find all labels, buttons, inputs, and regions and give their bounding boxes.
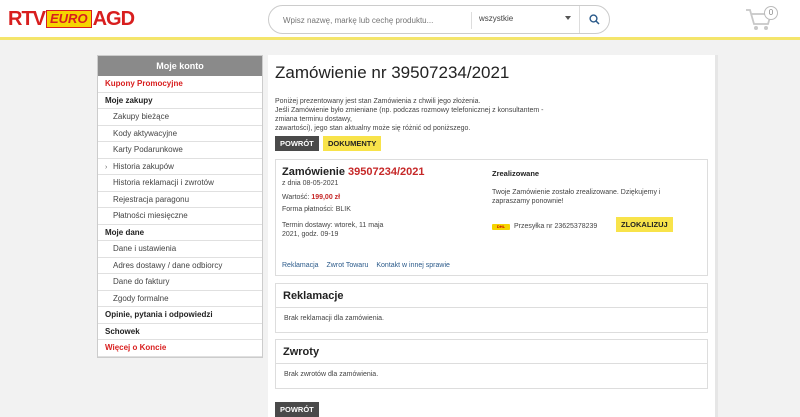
search-icon xyxy=(589,14,600,25)
sidebar-item-label: Zgody formalne xyxy=(113,293,169,303)
sidebar-item-karty-podarunkowe[interactable]: Karty Podarunkowe xyxy=(98,142,262,159)
order-status-message: Twoje Zamówienie zostało zrealizowane. D… xyxy=(492,189,661,205)
sidebar-item-historia-zakupów[interactable]: › Historia zakupów xyxy=(98,159,262,175)
order-intro-text: Poniżej prezentowany jest stan Zamówieni… xyxy=(275,97,565,133)
site-header: RTV EURO AGD wszystkie 0 xyxy=(0,0,800,40)
back-button[interactable]: POWRÓT xyxy=(275,136,319,151)
sidebar-item-label: Historia reklamacji i zwrotów xyxy=(113,178,214,187)
order-value-row: Wartość: 199,00 zł xyxy=(282,194,340,201)
dhl-logo: DHL xyxy=(492,224,510,230)
sidebar-item-zakupy-bieżące[interactable]: Zakupy bieżące xyxy=(98,109,262,126)
sidebar-item-label: Schowek xyxy=(105,326,140,336)
sidebar-item-opinie-pytania-i-odpowiedzi[interactable]: Opinie, pytania i odpowiedzi xyxy=(98,307,262,324)
order-heading-prefix: Zamówienie xyxy=(282,166,345,178)
chevron-down-icon[interactable] xyxy=(565,16,571,20)
sidebar-item-label: Rejestracja paragonu xyxy=(113,194,190,204)
order-value-label: Wartość: xyxy=(282,194,310,201)
sidebar-item-label: Adres dostawy / dane odbiorcy xyxy=(113,260,223,270)
sidebar-item-moje-zakupy: Moje zakupy xyxy=(98,93,262,109)
sidebar-item-label: Więcej o Koncie xyxy=(105,343,167,352)
sidebar-item-płatności-miesięczne[interactable]: Płatności miesięczne xyxy=(98,208,262,225)
order-summary-card: Zamówienie 39507234/2021 z dnia 08-05-20… xyxy=(275,159,708,276)
sidebar-menu: Kupony Promocyjne Moje zakupy Zakupy bieżą… xyxy=(98,76,262,357)
intro-line: Poniżej prezentowany jest stan Zamówieni… xyxy=(275,98,481,105)
order-status: Zrealizowane xyxy=(492,169,540,178)
cart-count-badge: 0 xyxy=(764,6,778,20)
search-category-select[interactable]: wszystkie xyxy=(479,14,513,23)
logo-rtv: RTV xyxy=(8,7,46,30)
sidebar-item-historia-reklamacji-i-zwrotów[interactable]: Historia reklamacji i zwrotów xyxy=(98,175,262,192)
sidebar-item-label: Płatności miesięczne xyxy=(113,211,188,220)
shipment-number: Przesyłka nr 23625378239 xyxy=(514,223,598,230)
documents-button[interactable]: DOKUMENTY xyxy=(323,136,382,151)
returns-title: Zwroty xyxy=(276,340,707,364)
sidebar-item-label: Kupony Promocyjne xyxy=(105,79,183,88)
order-value: 199,00 zł xyxy=(311,194,341,201)
search-separator xyxy=(471,12,472,29)
sidebar-item-adres-dostawy-dane-odbiorcy[interactable]: Adres dostawy / dane odbiorcy xyxy=(98,258,262,274)
locate-shipment-button[interactable]: ZLOKALIZUJ xyxy=(616,217,673,232)
page-title: Zamówienie nr 39507234/2021 xyxy=(275,63,510,82)
complaints-title: Reklamacje xyxy=(276,284,707,308)
sidebar-item-label: Historia zakupów xyxy=(113,161,174,171)
complaints-panel: Reklamacje Brak reklamacji dla zamówieni… xyxy=(275,283,708,333)
sidebar-item-label: Karty Podarunkowe xyxy=(113,145,183,154)
sidebar-item-label: Dane i ustawienia xyxy=(113,244,177,253)
sidebar-item-label: Moje dane xyxy=(105,227,145,237)
order-heading: Zamówienie 39507234/2021 xyxy=(282,166,425,178)
sidebar-item-więcej-o-koncie[interactable]: Więcej o Koncie xyxy=(98,340,262,357)
search-button[interactable] xyxy=(579,6,609,33)
sidebar-item-kody-aktywacyjne[interactable]: Kody aktywacyjne xyxy=(98,126,262,142)
sidebar-item-zgody-formalne[interactable]: Zgody formalne xyxy=(98,291,262,307)
sidebar-item-label: Kody aktywacyjne xyxy=(113,128,178,138)
search-bar: wszystkie xyxy=(268,5,610,34)
logo-agd: AGD xyxy=(92,7,135,30)
cart-button[interactable]: 0 xyxy=(744,4,780,34)
sidebar-item-label: Opinie, pytania i odpowiedzi xyxy=(105,310,213,319)
sidebar-item-label: Dane do faktury xyxy=(113,277,170,286)
account-sidebar: Moje konto Kupony Promocyjne Moje zakupy Z… xyxy=(97,55,263,358)
payment-method: BLIK xyxy=(335,206,351,213)
payment-label: Forma płatności: xyxy=(282,206,334,213)
order-date: z dnia 08-05-2021 xyxy=(282,180,339,187)
returns-panel: Zwroty Brak zwrotów dla zamówienia. xyxy=(275,339,708,389)
delivery-date-line1: Termin dostawy: wtorek, 11 maja xyxy=(282,222,384,229)
delivery-date-line2: 2021, godz. 09-19 xyxy=(282,231,339,238)
order-links: Reklamacja Zwrot Towaru Kontakt w innej … xyxy=(282,262,456,269)
sidebar-item-label: Zakupy bieżące xyxy=(113,112,170,121)
intro-line: Jeśli Zamówienie było zmieniane (np. pod… xyxy=(275,107,544,123)
search-input[interactable] xyxy=(283,13,473,27)
sidebar-item-rejestracja-paragonu[interactable]: Rejestracja paragonu xyxy=(98,192,262,208)
chevron-right-icon: › xyxy=(105,163,108,171)
scrollbar[interactable] xyxy=(715,55,718,417)
sidebar-item-moje-dane: Moje dane xyxy=(98,225,262,241)
sidebar-item-dane-i-ustawienia[interactable]: Dane i ustawienia xyxy=(98,241,262,258)
sidebar-item-kupony-promocyjne[interactable]: Kupony Promocyjne xyxy=(98,76,262,93)
return-link[interactable]: Zwrot Towaru xyxy=(327,262,369,269)
site-logo[interactable]: RTV EURO AGD xyxy=(8,7,135,30)
intro-line: zawartości), jego stan aktualny może się… xyxy=(275,125,471,132)
sidebar-item-schowek[interactable]: Schowek xyxy=(98,324,262,340)
contact-link[interactable]: Kontakt w innej sprawie xyxy=(376,262,450,269)
sidebar-item-dane-do-faktury[interactable]: Dane do faktury xyxy=(98,274,262,291)
complaint-link[interactable]: Reklamacja xyxy=(282,262,319,269)
sidebar-title: Moje konto xyxy=(98,56,262,76)
order-number: 39507234/2021 xyxy=(348,166,425,178)
order-details-panel: Zamówienie nr 39507234/2021 Poniżej prez… xyxy=(268,55,715,417)
payment-row: Forma płatności: BLIK xyxy=(282,206,351,213)
sidebar-item-label: Moje zakupy xyxy=(105,95,153,105)
complaints-empty-text: Brak reklamacji dla zamówienia. xyxy=(284,315,384,322)
back-button-bottom[interactable]: POWRÓT xyxy=(275,402,319,417)
returns-empty-text: Brak zwrotów dla zamówienia. xyxy=(284,371,379,378)
logo-euro: EURO xyxy=(46,10,92,28)
